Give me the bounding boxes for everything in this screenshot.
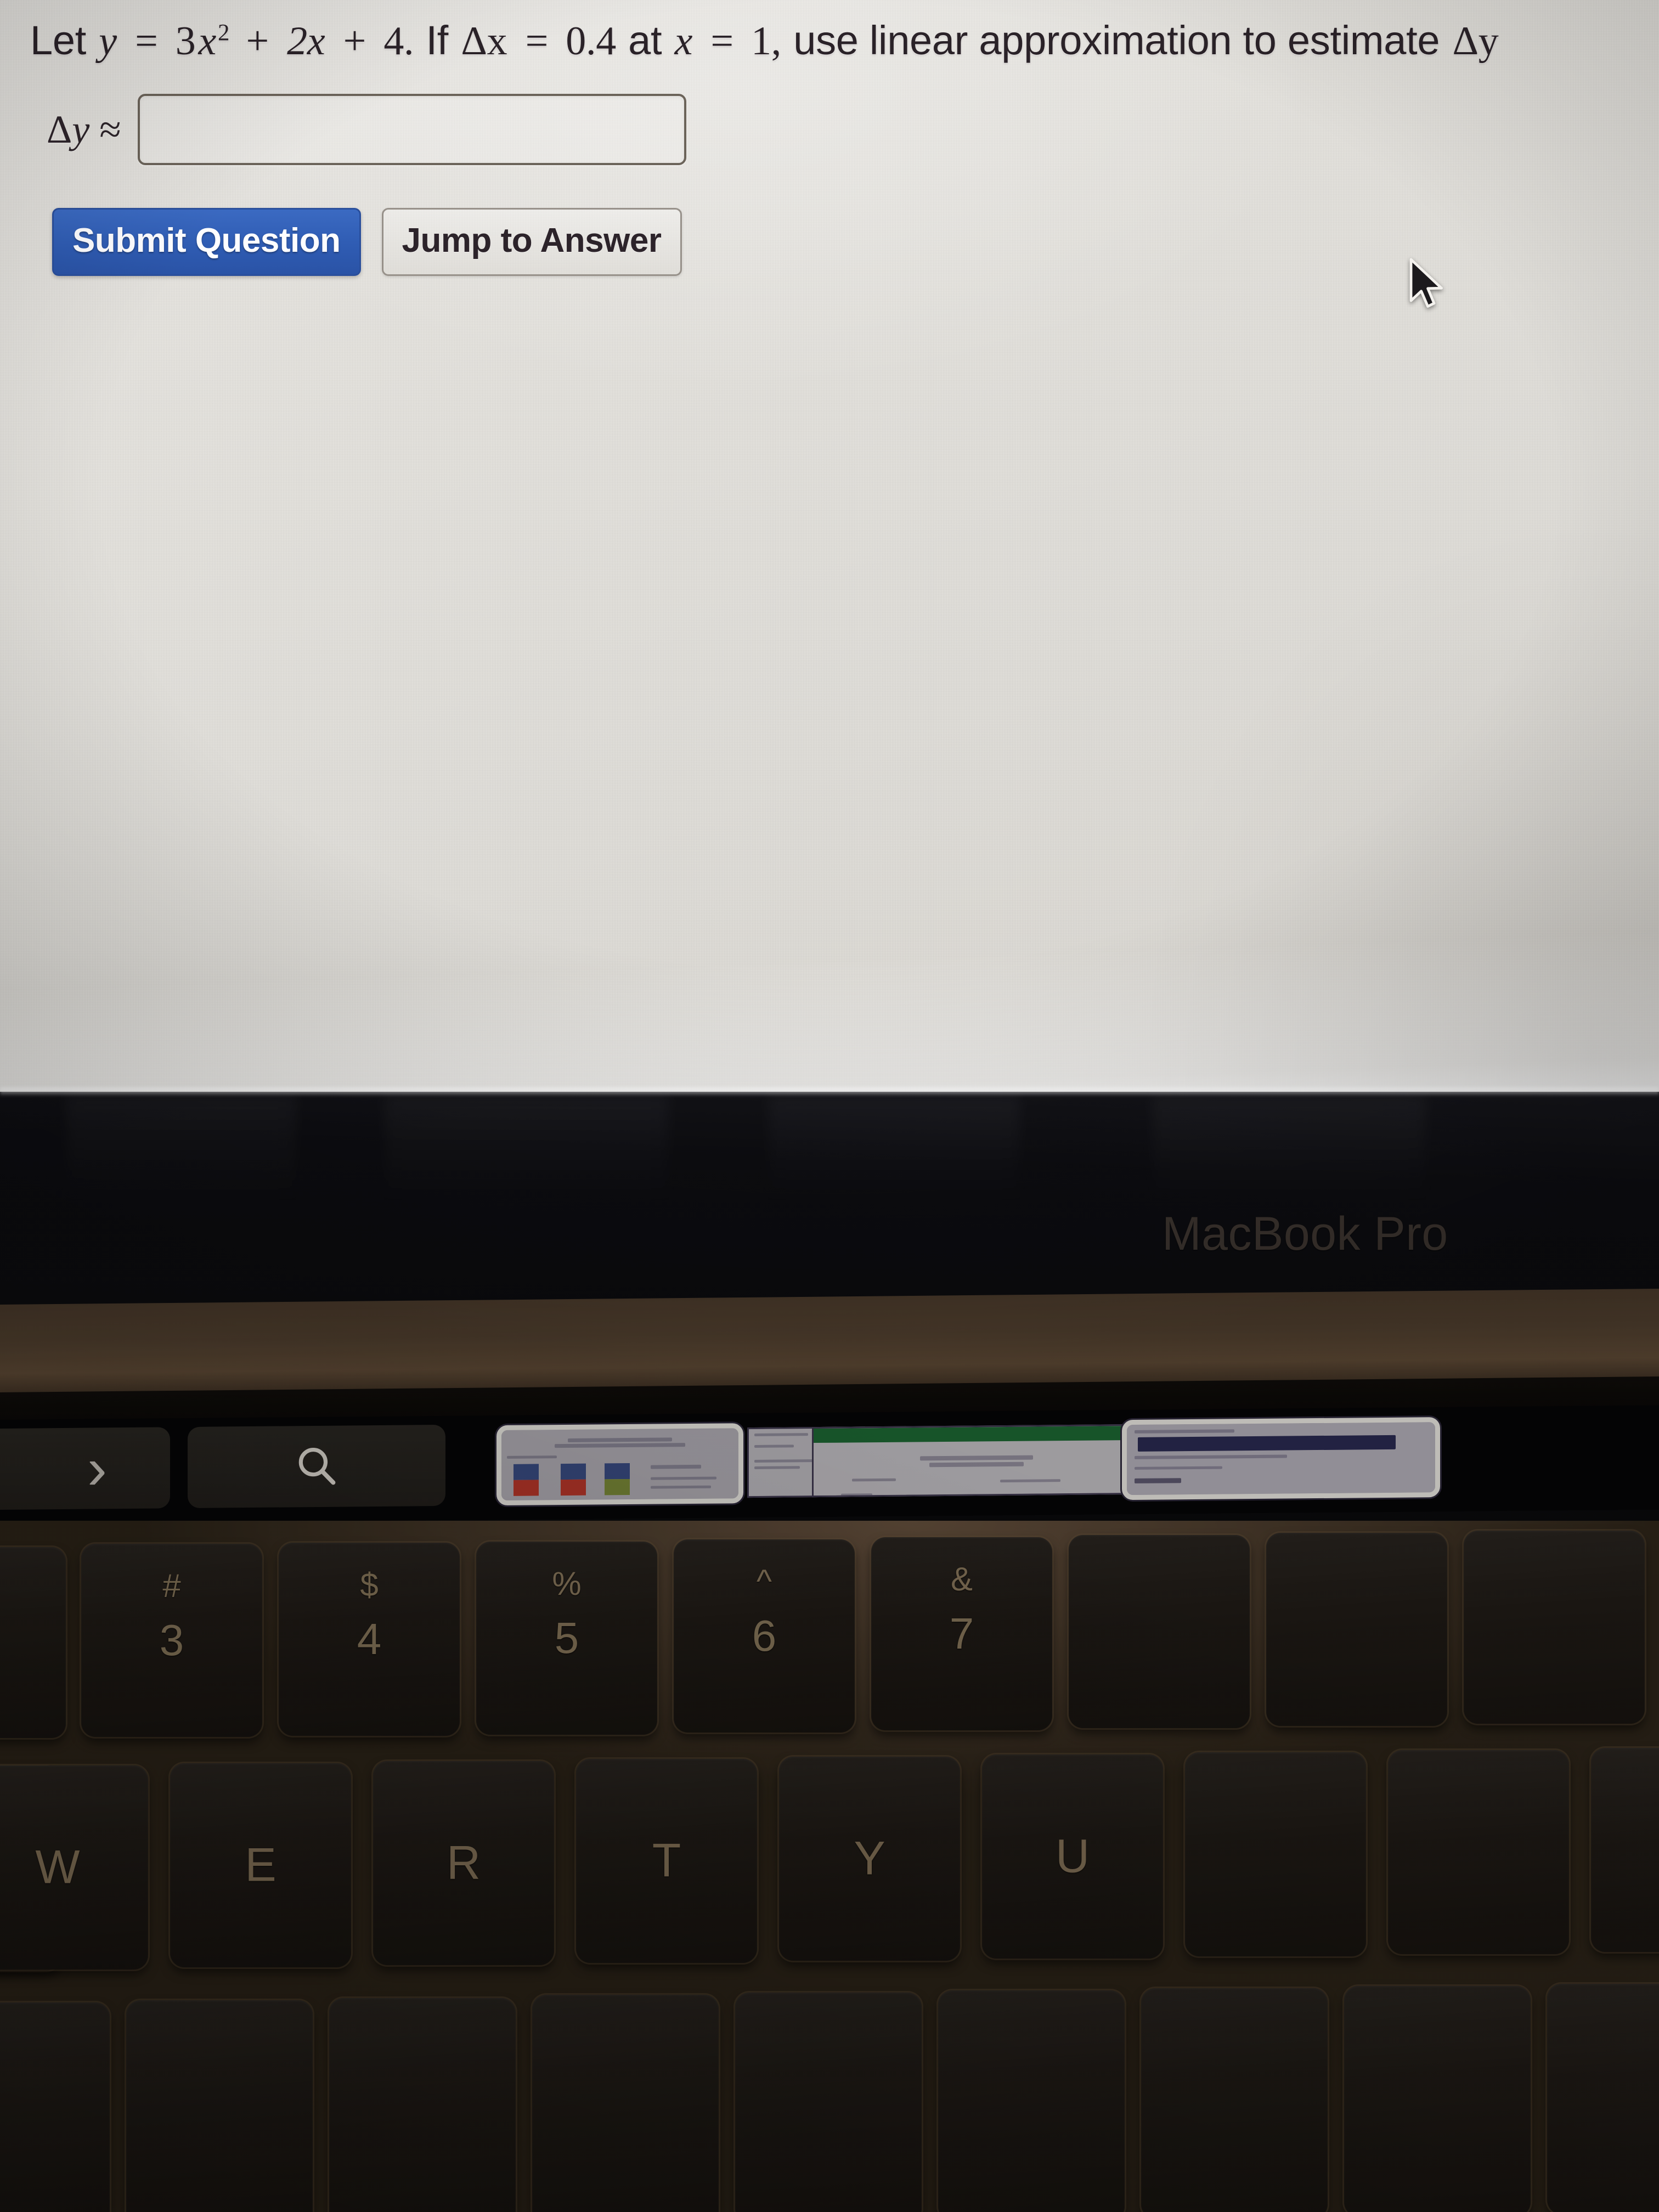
key-partial-9[interactable] — [1266, 1533, 1447, 1726]
question-if-word: If — [426, 18, 449, 63]
question-equals-3: = — [710, 19, 733, 64]
key-partial-0[interactable] — [1464, 1531, 1645, 1724]
key-3-shift-label: # — [162, 1567, 181, 1604]
question-x-variable-2: x — [674, 19, 693, 64]
question-prefix: Let — [30, 18, 86, 63]
touch-bar-expand-control[interactable]: › — [0, 1427, 170, 1510]
macbook-pro-brand-label: MacBook Pro — [1162, 1207, 1448, 1260]
window-thumbnail-3[interactable] — [812, 1424, 1141, 1498]
question-delta-x: Δx — [461, 19, 507, 64]
screen-bezel — [0, 1092, 1659, 1306]
question-delta-value: 0.4 — [566, 19, 616, 64]
key-h-partial[interactable] — [938, 1990, 1125, 2212]
submit-question-button[interactable]: Submit Question — [52, 208, 361, 276]
window-thumbnail-4[interactable] — [1122, 1417, 1440, 1500]
key-a-partial[interactable] — [0, 2002, 110, 2212]
question-x-variable-1: x — [198, 19, 217, 64]
jump-to-answer-button[interactable]: Jump to Answer — [381, 208, 682, 276]
key-6-shift-label: ^ — [756, 1563, 772, 1600]
key-e-label: E — [245, 1838, 276, 1892]
key-w-label: W — [35, 1841, 80, 1894]
key-3-label: 3 — [159, 1616, 184, 1664]
key-o-partial[interactable] — [1388, 1750, 1569, 1954]
key-i-partial[interactable] — [1185, 1752, 1366, 1956]
key-5-label: 5 — [554, 1613, 579, 1662]
question-x-value: 1, — [751, 19, 781, 64]
key-e[interactable]: E — [170, 1763, 351, 1967]
laptop-screen: Let y = 3x2 + 2x + 4. If Δx = 0.4 at x =… — [0, 0, 1659, 1092]
key-g-partial[interactable] — [735, 1993, 922, 2212]
laptop-photo: Let y = 3x2 + 2x + 4. If Δx = 0.4 at x =… — [0, 0, 1659, 2212]
answer-input[interactable] — [137, 94, 686, 166]
question-equals-2: = — [525, 19, 549, 64]
key-4[interactable]: $ 4 — [279, 1543, 460, 1736]
key-7-shift-label: & — [950, 1561, 973, 1598]
question-exponent: 2 — [218, 20, 230, 46]
window-thumbnail-1[interactable] — [496, 1423, 743, 1506]
key-t-label: T — [652, 1834, 681, 1887]
key-u[interactable]: U — [982, 1754, 1163, 1959]
question-term-3: 4. — [383, 19, 414, 64]
key-3[interactable]: # 3 — [81, 1544, 262, 1737]
key-u-label: U — [1055, 1830, 1090, 1883]
key-5[interactable]: % 5 — [476, 1542, 657, 1735]
key-4-label: 4 — [357, 1615, 382, 1663]
key-w[interactable]: W — [0, 1765, 148, 1970]
key-r[interactable]: R — [373, 1761, 554, 1965]
key-6[interactable]: ^ 6 — [674, 1539, 855, 1733]
answer-approx-symbol: ≈ — [99, 107, 121, 151]
mouse-cursor-arrow-icon — [1409, 258, 1443, 308]
key-k-partial[interactable] — [1344, 1986, 1531, 2212]
key-y[interactable]: Y — [779, 1757, 960, 1961]
key-t[interactable]: T — [576, 1759, 757, 1963]
key-s-partial[interactable] — [126, 2000, 313, 2212]
key-l-partial[interactable] — [1547, 1984, 1659, 2212]
key-7[interactable]: & 7 — [871, 1537, 1052, 1730]
key-4-shift-label: $ — [360, 1566, 379, 1603]
key-r-label: R — [446, 1836, 481, 1889]
question-y-variable: y — [99, 19, 117, 64]
question-term-2: 2x — [287, 19, 325, 64]
key-partial-left[interactable] — [0, 1547, 66, 1738]
answer-label: Δy ≈ — [47, 107, 121, 153]
key-j-partial[interactable] — [1141, 1988, 1328, 2212]
question-coefficient: 3 — [175, 19, 196, 64]
question-plus-2: + — [343, 19, 366, 64]
key-p-partial[interactable] — [1591, 1748, 1659, 1952]
touch-bar-search-control[interactable] — [188, 1424, 445, 1509]
keyboard: # 3 $ 4 % 5 ^ 6 & 7 W E R T Y U — [0, 1521, 1659, 2212]
question-at-word: at — [628, 18, 662, 63]
question-delta-y: Δy — [1452, 19, 1499, 64]
key-y-label: Y — [854, 1832, 885, 1885]
answer-row: Δy ≈ — [47, 94, 1659, 166]
question-plus-1: + — [246, 19, 269, 64]
touch-bar[interactable]: › — [0, 1405, 1659, 1524]
key-d-partial[interactable] — [329, 1998, 516, 2212]
quiz-page: Let y = 3x2 + 2x + 4. If Δx = 0.4 at x =… — [0, 0, 1659, 276]
search-icon — [298, 1447, 336, 1485]
key-partial-8[interactable] — [1069, 1535, 1250, 1728]
question-tail-text: use linear approximation to estimate — [793, 18, 1440, 63]
answer-delta-symbol: Δ — [47, 107, 72, 151]
question-text: Let y = 3x2 + 2x + 4. If Δx = 0.4 at x =… — [30, 16, 1659, 65]
key-5-shift-label: % — [552, 1565, 582, 1602]
key-7-label: 7 — [949, 1609, 974, 1658]
question-equals-1: = — [135, 19, 158, 64]
answer-y-symbol: y — [72, 107, 90, 151]
key-f-partial[interactable] — [532, 1995, 719, 2212]
key-6-label: 6 — [752, 1611, 777, 1660]
